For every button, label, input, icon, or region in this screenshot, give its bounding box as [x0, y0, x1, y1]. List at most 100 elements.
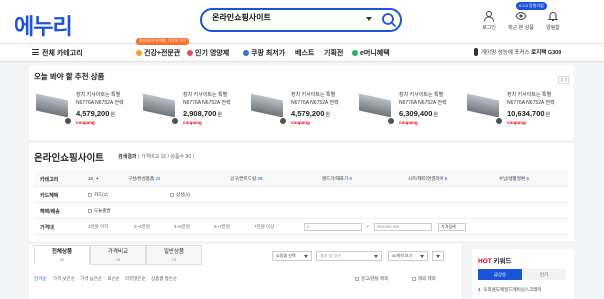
sort-bar: 인기순 · 가격 낮은순 · 가격 높은순 · 최신순 · 리뷰많은순 · 상품…	[34, 276, 178, 281]
view-count-select[interactable]: 40개씩 보기	[388, 251, 428, 261]
exclude-overseas-toggle[interactable]: 해외 제외	[412, 276, 436, 282]
product-card[interactable]: 장치 키사이트는 특별 N6776A N6752A 전력 N... 4,579,…	[34, 88, 124, 132]
price-range-option[interactable]: 6~7만원	[214, 224, 230, 230]
login-label: 로그인	[482, 25, 496, 31]
cart-icon[interactable]	[172, 118, 178, 124]
nav-item-exhibition[interactable]: 기획전	[324, 48, 343, 58]
product-image	[357, 88, 394, 128]
checkbox[interactable]	[412, 277, 416, 281]
product-name: 장치 키사이트는 특별 N6776A N6752A 전력 N...	[399, 92, 447, 106]
expand-icon[interactable]: +	[96, 176, 99, 181]
filter-card-option[interactable]: 삼성(1)	[170, 192, 190, 198]
product-price: 2,908,700원	[183, 109, 222, 118]
tab-popular[interactable]: 인기	[522, 269, 566, 280]
price-range-option[interactable]: 7만원 이상	[254, 224, 274, 230]
health-icon	[136, 50, 142, 56]
nav-badge: 중분류/대 위치별, 가짐이 가이	[136, 38, 190, 45]
cart-icon[interactable]	[65, 118, 71, 124]
filter-card-option[interactable]: 카드(1)	[88, 192, 108, 198]
product-card[interactable]: 장치 키사이트는 특별 N6776A N6752A 전력 N... 6,309,…	[357, 88, 447, 132]
nav-item-best[interactable]: 베스트	[295, 48, 314, 58]
search-dropdown-icon[interactable]	[366, 17, 372, 21]
product-price: 6,309,400원	[399, 109, 438, 118]
filter-category-option[interactable]: 시트/제트/연결리어 6	[408, 176, 447, 182]
sort-option-popular[interactable]: 인기순	[34, 276, 46, 281]
category-nav: 전체 카테고리 중분류/대 위치별, 가짐이 가이 건강+전문관 인기 영양제 …	[0, 38, 604, 62]
filter-category-option[interactable]: 공구/컨트드릴 28	[230, 176, 262, 182]
product-image	[34, 88, 71, 128]
price-range-option[interactable]: 4~6만원	[174, 224, 190, 230]
all-category-button[interactable]: 전체 카테고리	[42, 48, 83, 58]
user-icon	[484, 11, 494, 22]
tab-rising[interactable]: 급상승	[478, 269, 522, 280]
shop-select[interactable]: 쇼핑몰 선택	[272, 251, 312, 261]
product-card[interactable]: 장치 키사이트는 특별 N6776A N6752A 전력 N... 4,579,…	[249, 88, 339, 132]
price-search-button[interactable]: 가격검색	[438, 223, 466, 231]
hot-keyword-panel: HOT 키워드 급상승 인기 1 오라클도메일드레이닝스크레이	[472, 249, 574, 299]
cart-icon[interactable]	[280, 118, 286, 124]
exclude-used-toggle[interactable]: 중고/렌탈 제외	[355, 276, 388, 282]
product-name: 장치 키사이트는 특별 N6776A N6752A 전력 N...	[183, 92, 231, 106]
product-price: 4,579,200원	[291, 109, 330, 118]
product-price: 10,634,700원	[507, 109, 551, 118]
product-card[interactable]: 장치 키사이트는 특별 N6776A N6752A 전력 N... 2,908,…	[141, 88, 231, 132]
price-max-input[interactable]: 999,999,999	[374, 223, 432, 231]
filter-category-option[interactable]: 구성/완성품품 24	[128, 176, 160, 182]
product-image	[249, 88, 286, 128]
price-min-input[interactable]: 0	[304, 223, 362, 231]
tab-price-compare[interactable]: 가격비교 16	[90, 245, 146, 265]
enuri-logo[interactable]: 에누리	[14, 9, 73, 41]
cart-icon[interactable]	[388, 118, 394, 124]
filter-category-option[interactable]: 랜드기/재료기 8	[322, 176, 352, 182]
search-box[interactable]	[200, 8, 402, 32]
sort-option[interactable]: 가격 낮은순	[53, 276, 75, 281]
product-name: 장치 키사이트는 특별 N6776A N6752A 전력 N...	[507, 92, 555, 106]
filter-category-option[interactable]: 수납/생활절환 5	[499, 176, 529, 182]
search-input[interactable]	[212, 13, 362, 22]
filter-price-row: 가격대 2만원 이하 2~4만원 4~6만원 6~7만원 7만원 이상 0 ~ …	[34, 219, 568, 235]
result-search-input[interactable]: 결과 내 검색	[316, 251, 382, 261]
promo-banner[interactable]: 게이밍 성능에 포커스 로지텍 G309	[474, 48, 561, 56]
pill-icon	[187, 50, 193, 56]
nav-item-coupang[interactable]: 쿠팡 최저가	[243, 48, 285, 58]
product-card[interactable]: 장치 키사이트는 특별 N6776A N6752A 전력 N... 10,634…	[465, 88, 565, 132]
checkbox[interactable]	[88, 209, 92, 213]
hot-keyword-item[interactable]: 1 오라클도메일드레이닝스크레이	[478, 287, 541, 293]
sort-option[interactable]: 가격 높은순	[80, 276, 102, 281]
shop-logo: coupang	[507, 120, 526, 125]
tab-all-products[interactable]: 전체상품 90	[34, 245, 90, 265]
nav-item-health[interactable]: 건강+전문관	[136, 48, 180, 58]
search-icon[interactable]	[381, 12, 397, 28]
price-range-option[interactable]: 2만원 이하	[88, 224, 108, 230]
list-view-toggle[interactable]	[432, 251, 444, 261]
filter-label: 혜택/배송	[40, 209, 60, 215]
ad-label: 광고	[558, 76, 570, 84]
login-button[interactable]: 로그인	[474, 10, 504, 31]
product-name: 장치 키사이트는 특별 N6776A N6752A 전력 N...	[291, 92, 339, 106]
nav-item-supplements[interactable]: 인기 영양제	[187, 48, 229, 58]
checkbox[interactable]	[355, 277, 359, 281]
notification-button[interactable]: 알림함	[538, 10, 568, 31]
filter-label: 카드혜택	[40, 193, 59, 199]
hot-keyword-title: HOT 키워드	[478, 258, 512, 265]
checkbox[interactable]	[170, 193, 174, 197]
sort-option[interactable]: 상품평 많은순	[151, 276, 177, 281]
recent-label: 최근 본 상품	[508, 25, 534, 31]
hamburger-icon[interactable]	[32, 49, 39, 55]
checkbox[interactable]	[88, 193, 92, 197]
filter-delivery-row: 혜택/배송 오늘출발	[34, 203, 568, 219]
sort-option[interactable]: 최신순	[107, 276, 119, 281]
shop-logo: coupang	[291, 120, 310, 125]
nav-item-emoney[interactable]: e머니혜택	[352, 48, 390, 58]
filter-label: 가격대	[40, 225, 54, 231]
recent-products-button[interactable]: 최근 본 상품	[506, 10, 536, 31]
shop-logo: coupang	[183, 120, 202, 125]
filter-label: 카테고리	[40, 177, 59, 183]
price-range-option[interactable]: 2~4만원	[134, 224, 150, 230]
tab-general-products[interactable]: 일반상품 74	[146, 245, 202, 265]
sort-option[interactable]: 리뷰많은순	[125, 276, 146, 281]
cart-icon[interactable]	[496, 118, 502, 124]
result-counts: 검색결과 ( 가격비교 16 / 상품수 90 )	[118, 154, 195, 160]
emoney-icon	[352, 50, 358, 56]
filter-delivery-option[interactable]: 오늘출발	[88, 208, 111, 214]
